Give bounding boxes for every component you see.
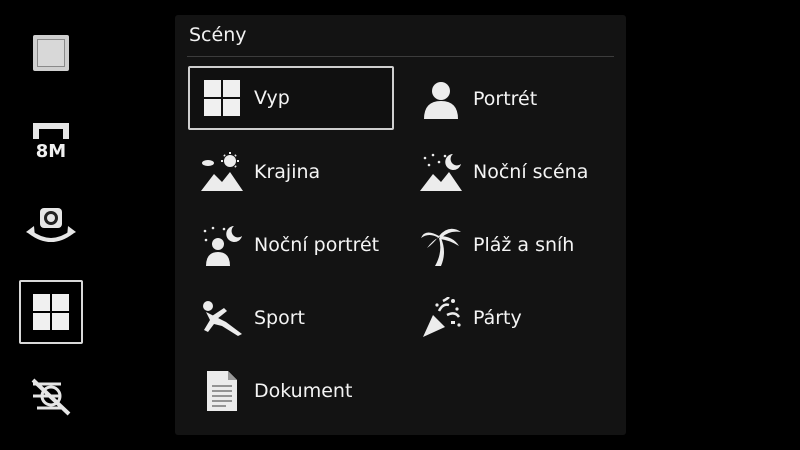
landscape-icon bbox=[200, 150, 244, 194]
palm-tree-icon bbox=[419, 223, 463, 267]
resolution-button[interactable]: 8M bbox=[20, 108, 82, 170]
scene-option-label: Dokument bbox=[254, 380, 353, 402]
person-icon bbox=[419, 77, 463, 121]
scene-option-off[interactable]: Vyp bbox=[188, 66, 394, 130]
scene-option-label: Noční scéna bbox=[473, 161, 589, 183]
rotate-camera-icon bbox=[22, 202, 80, 252]
scene-mode-button[interactable] bbox=[19, 280, 83, 344]
camera-toolbar: 8M bbox=[0, 0, 100, 450]
scene-option-night-scene[interactable]: Noční scéna bbox=[407, 140, 613, 204]
scene-option-sport[interactable]: Sport bbox=[188, 286, 394, 350]
scene-option-party[interactable]: Párty bbox=[407, 286, 613, 350]
resolution-icon: 8M bbox=[30, 117, 72, 161]
scene-panel: Scény Vyp Portrét Krajina Noční scéna No… bbox=[175, 15, 626, 435]
switch-camera-button[interactable] bbox=[20, 196, 82, 258]
night-scene-icon bbox=[419, 150, 463, 194]
scene-option-label: Vyp bbox=[254, 87, 290, 109]
flash-mode-button[interactable] bbox=[20, 22, 82, 84]
scene-option-label: Krajina bbox=[254, 161, 321, 183]
square-frame-icon bbox=[31, 33, 71, 73]
scene-option-portrait[interactable]: Portrét bbox=[407, 67, 613, 131]
scene-option-night-portrait[interactable]: Noční portrét bbox=[188, 213, 394, 277]
shutter-sound-button[interactable] bbox=[20, 366, 82, 428]
panel-title: Scény bbox=[189, 24, 247, 46]
scene-option-label: Portrét bbox=[473, 88, 538, 110]
night-portrait-icon bbox=[200, 223, 244, 267]
document-icon bbox=[200, 369, 244, 413]
scene-option-landscape[interactable]: Krajina bbox=[188, 140, 394, 204]
scene-option-beach-snow[interactable]: Pláž a sníh bbox=[407, 213, 613, 277]
scene-option-label: Sport bbox=[254, 307, 306, 329]
sport-icon bbox=[200, 296, 244, 340]
party-icon bbox=[419, 296, 463, 340]
scene-option-label: Párty bbox=[473, 307, 522, 329]
divider bbox=[187, 56, 614, 57]
grid-icon bbox=[31, 292, 71, 332]
resolution-text: 8M bbox=[36, 141, 66, 161]
grid-icon bbox=[200, 76, 244, 120]
scene-option-document[interactable]: Dokument bbox=[188, 359, 394, 423]
sound-off-icon bbox=[27, 376, 75, 418]
scene-option-label: Noční portrét bbox=[254, 234, 380, 256]
scene-option-label: Pláž a sníh bbox=[473, 234, 575, 256]
